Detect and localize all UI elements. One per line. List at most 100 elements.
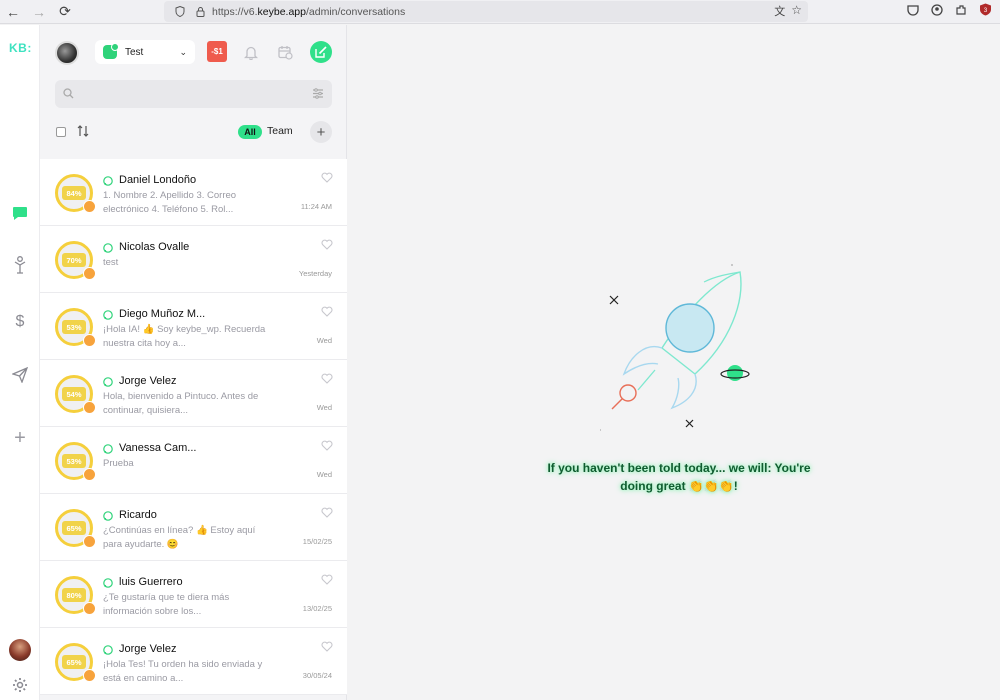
- conversation-list: 84% Daniel Londoño 1. Nombre 2. Apellido…: [40, 159, 347, 695]
- conversation-item[interactable]: 70% Nicolas Ovalle test Yesterday: [40, 226, 347, 293]
- contact-name: Daniel Londoño: [119, 174, 197, 186]
- back-icon[interactable]: ←: [0, 0, 26, 24]
- filter-settings-icon[interactable]: [312, 88, 324, 99]
- conversation-item[interactable]: 80% luis Guerrero ¿Te gustaría que te di…: [40, 561, 347, 628]
- heart-icon[interactable]: [321, 440, 333, 451]
- contacts-icon[interactable]: [10, 255, 30, 275]
- whatsapp-icon: [103, 243, 113, 253]
- dollar-icon[interactable]: $: [10, 312, 30, 332]
- mood-emoji-icon: [83, 602, 96, 615]
- conversation-item[interactable]: 65% Ricardo ¿Continúas en línea? 👍 Estoy…: [40, 494, 347, 561]
- mood-emoji-icon: [83, 267, 96, 280]
- message-time: 11:24 AM: [300, 202, 332, 211]
- rocket-illustration: [600, 264, 750, 431]
- message-time: Wed: [316, 403, 332, 412]
- mood-emoji-icon: [83, 401, 96, 414]
- message-time: Wed: [316, 336, 332, 345]
- conversation-item[interactable]: 65% Jorge Velez ¡Hola Tes! Tu orden ha s…: [40, 628, 347, 695]
- message-time: Wed: [316, 470, 332, 479]
- url-domain: keybe.app: [257, 5, 306, 18]
- shield-icon: [172, 4, 188, 20]
- address-bar[interactable]: https://v6. keybe.app/admin/conversations…: [164, 1, 808, 22]
- bookmark-star-icon[interactable]: ☆: [791, 3, 802, 19]
- contact-avatar: 70%: [55, 241, 96, 280]
- contact-name: luis Guerrero: [119, 576, 183, 588]
- pocket-icon[interactable]: [907, 4, 919, 16]
- heart-icon[interactable]: [321, 373, 333, 384]
- reload-icon[interactable]: ⟳: [52, 0, 78, 24]
- message-preview: test: [103, 257, 119, 268]
- add-filter-button[interactable]: +: [310, 121, 332, 143]
- whatsapp-icon: [103, 444, 113, 454]
- conversation-item[interactable]: 54% Jorge Velez Hola, bienvenido a Pintu…: [40, 360, 347, 427]
- heart-icon[interactable]: [321, 306, 333, 317]
- app-selector-label: Test: [125, 46, 144, 58]
- forward-icon[interactable]: →: [26, 0, 52, 24]
- conversations-panel: Test ⌄ -$1 All Team + 84% Daniel Londoño…: [40, 25, 347, 700]
- balance-alert-badge[interactable]: -$1: [207, 41, 227, 62]
- search-bar: [55, 80, 332, 108]
- mood-emoji-icon: [83, 669, 96, 682]
- company-avatar[interactable]: [55, 41, 79, 65]
- contact-avatar: 54%: [55, 375, 96, 414]
- score-badge: 80%: [62, 588, 86, 602]
- select-all-checkbox[interactable]: [56, 127, 66, 137]
- contact-avatar: 65%: [55, 509, 96, 548]
- settings-gear-icon[interactable]: [10, 675, 30, 695]
- search-input[interactable]: [81, 80, 306, 108]
- mood-emoji-icon: [83, 468, 96, 481]
- conversation-item[interactable]: 84% Daniel Londoño 1. Nombre 2. Apellido…: [40, 159, 347, 226]
- heart-icon[interactable]: [321, 507, 333, 518]
- contact-avatar: 65%: [55, 643, 96, 682]
- contact-name: Vanessa Cam...: [119, 442, 197, 454]
- sort-icon[interactable]: [76, 124, 90, 138]
- contact-avatar: 80%: [55, 576, 96, 615]
- lock-icon: [192, 4, 208, 20]
- score-badge: 53%: [62, 454, 86, 468]
- whatsapp-icon: [103, 176, 113, 186]
- whatsapp-icon: [103, 578, 113, 588]
- filter-team-tab[interactable]: Team: [267, 125, 293, 137]
- extension-badge-icon[interactable]: 3: [979, 3, 992, 16]
- whatsapp-icon: [103, 377, 113, 387]
- whatsapp-icon: [103, 511, 113, 521]
- message-time: 13/02/25: [302, 604, 332, 613]
- heart-icon[interactable]: [321, 641, 333, 652]
- translate-icon[interactable]: 文: [774, 3, 785, 19]
- bell-icon[interactable]: [240, 41, 262, 63]
- add-icon[interactable]: +: [10, 428, 30, 448]
- score-badge: 54%: [62, 387, 86, 401]
- score-badge: 84%: [62, 186, 86, 200]
- search-icon: [63, 88, 74, 99]
- contact-name: Nicolas Ovalle: [119, 241, 190, 253]
- heart-icon[interactable]: [321, 239, 333, 250]
- chat-icon[interactable]: [10, 203, 30, 223]
- message-preview: ¿Continúas en línea? 👍 Estoy aquí para a…: [103, 525, 256, 550]
- keybe-logo[interactable]: KB:: [9, 41, 32, 55]
- app-selector-dropdown[interactable]: Test ⌄: [95, 40, 195, 64]
- contact-name: Jorge Velez: [119, 643, 177, 655]
- contact-avatar: 53%: [55, 442, 96, 481]
- mood-emoji-icon: [83, 535, 96, 548]
- conversation-item[interactable]: 53% Vanessa Cam... Prueba Wed: [40, 427, 347, 494]
- conversation-item[interactable]: 53% Diego Muñoz M... ¡Hola IA! 👍 Soy key…: [40, 293, 347, 360]
- message-preview: Prueba: [103, 458, 134, 469]
- filter-all-tab[interactable]: All: [238, 125, 262, 139]
- new-conversation-button[interactable]: [310, 41, 332, 63]
- mood-emoji-icon: [83, 334, 96, 347]
- motivational-message: If you haven't been told today... we wil…: [547, 461, 811, 493]
- whatsapp-app-icon: [103, 43, 119, 59]
- user-avatar[interactable]: [9, 639, 31, 661]
- calendar-clock-icon[interactable]: [274, 41, 296, 63]
- message-preview: ¡Hola IA! 👍 Soy keybe_wp. Recuerda nuest…: [103, 324, 266, 349]
- heart-icon[interactable]: [321, 574, 333, 585]
- account-icon[interactable]: [931, 3, 943, 16]
- heart-icon[interactable]: [321, 172, 333, 183]
- message-preview: 1. Nombre 2. Apellido 3. Correo electrón…: [103, 190, 237, 215]
- contact-name: Jorge Velez: [119, 375, 177, 387]
- extensions-icon[interactable]: [955, 4, 967, 16]
- mood-emoji-icon: [83, 200, 96, 213]
- message-preview: Hola, bienvenido a Pintuco. Antes de con…: [103, 391, 259, 416]
- send-icon[interactable]: [10, 365, 30, 385]
- whatsapp-icon: [103, 645, 113, 655]
